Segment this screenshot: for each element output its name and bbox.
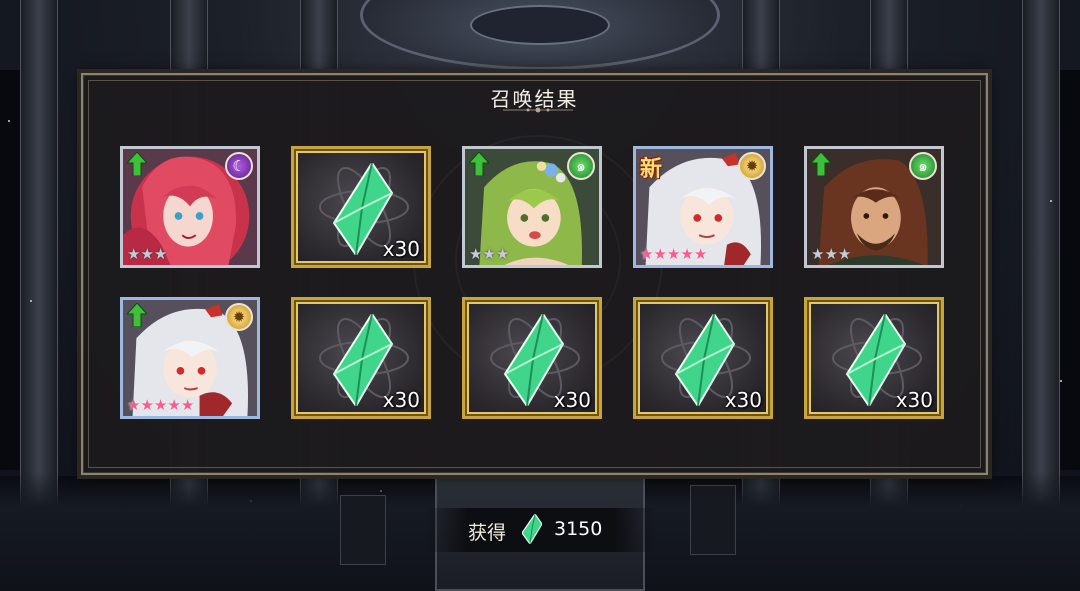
upgrade-arrow-icon xyxy=(469,152,489,176)
result-card-hero[interactable]: 新 ✹ ★ ★ ★ ★ ★ xyxy=(633,146,773,268)
rarity-stars: ★ ★ ★ xyxy=(469,245,510,263)
green-crystal-icon xyxy=(522,514,542,544)
result-card-crystal[interactable]: x30 xyxy=(462,297,602,419)
rarity-stars: ★ ★ ★ ★ ★ xyxy=(640,245,708,263)
result-card-crystal[interactable]: x30 xyxy=(804,297,944,419)
result-card-hero[interactable]: ๑ ★ ★ ★ xyxy=(462,146,602,268)
wind-swirl-icon: ๑ xyxy=(909,152,937,180)
obtain-value: 3150 xyxy=(554,518,603,540)
result-card-crystal[interactable]: x30 xyxy=(633,297,773,419)
quantity-label: x30 xyxy=(382,388,420,412)
quantity-label: x30 xyxy=(553,388,591,412)
obtain-summary-bar: 获得 3150 xyxy=(426,508,656,552)
new-badge: 新 xyxy=(640,157,663,182)
quantity-label: x30 xyxy=(382,237,420,261)
result-card-crystal[interactable]: x30 xyxy=(291,146,431,268)
quantity-label: x30 xyxy=(895,388,933,412)
wind-swirl-icon: ๑ xyxy=(567,152,595,180)
upgrade-arrow-icon xyxy=(127,152,147,176)
result-card-hero[interactable]: ☾ ★ ★ ★ xyxy=(120,146,260,268)
obtain-label: 获得 xyxy=(468,522,507,544)
light-sun-icon: ✹ xyxy=(738,152,766,180)
quantity-label: x30 xyxy=(724,388,762,412)
rarity-stars: ★ ★ ★ xyxy=(811,245,852,263)
result-card-hero[interactable]: ✹ ★ ★ ★ ★ ★ xyxy=(120,297,260,419)
title-ornament xyxy=(503,107,573,113)
upgrade-arrow-icon xyxy=(127,303,147,327)
rarity-stars: ★ ★ ★ xyxy=(127,245,168,263)
result-card-hero[interactable]: ๑ ★ ★ ★ xyxy=(804,146,944,268)
ceiling-oculus xyxy=(470,5,610,45)
rarity-stars: ★ ★ ★ ★ ★ xyxy=(127,396,195,414)
upgrade-arrow-icon xyxy=(811,152,831,176)
light-sun-icon: ✹ xyxy=(225,303,253,331)
result-card-crystal[interactable]: x30 xyxy=(291,297,431,419)
dark-moon-icon: ☾ xyxy=(225,152,253,180)
